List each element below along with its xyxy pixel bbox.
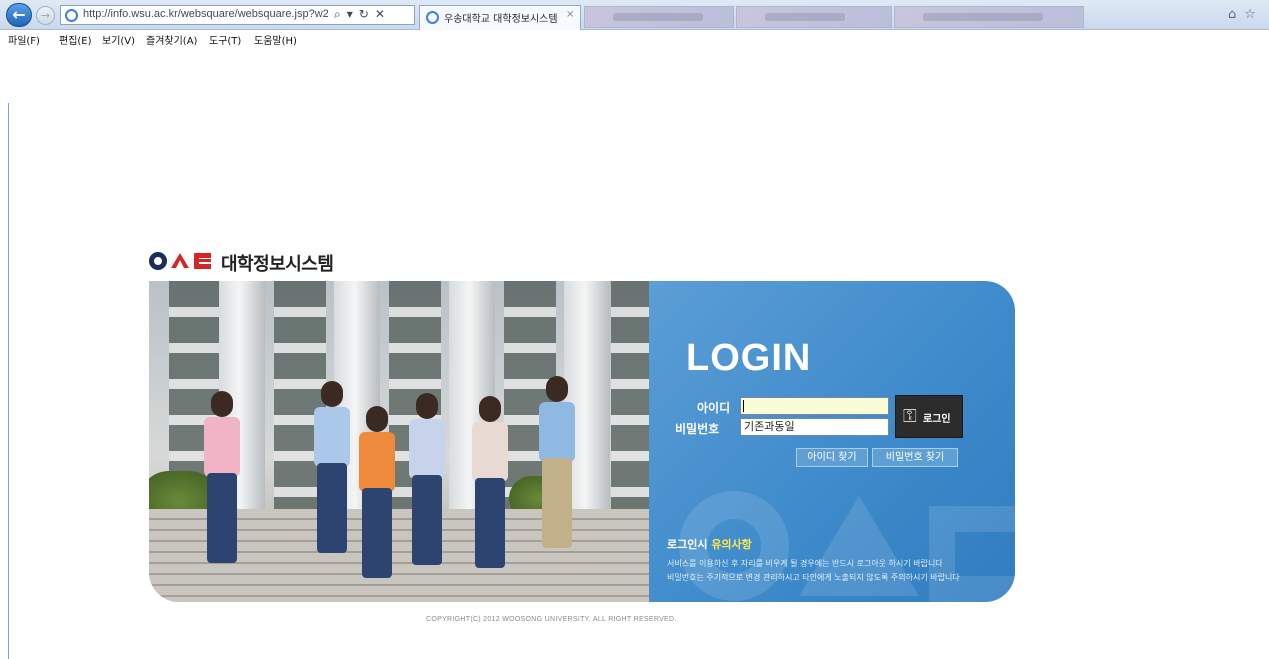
tab-title: 우송대학교 대학정보시스템 — [444, 14, 558, 25]
notice-title-highlight: 유의사항 — [711, 538, 752, 551]
forward-button[interactable]: → — [36, 6, 55, 25]
key-icon: ⚿ — [903, 406, 917, 427]
logo-e-mark — [194, 253, 211, 269]
tab-inactive[interactable] — [894, 6, 1084, 28]
page-left-border — [8, 103, 9, 659]
ie-tab-icon — [426, 11, 439, 24]
ie-page-icon — [65, 9, 78, 22]
login-button[interactable]: ⚿ 로그인 — [895, 395, 963, 438]
menu-help[interactable]: 도움말(H) — [254, 32, 297, 47]
tab-inactive[interactable] — [584, 6, 734, 28]
login-button-label: 로그인 — [923, 414, 951, 425]
address-tools: ⌕ ▾ ↻ ✕ — [334, 7, 391, 22]
tab-inactive[interactable] — [736, 6, 892, 28]
login-title: LOGIN — [686, 337, 812, 379]
search-icon[interactable]: ⌕ — [334, 7, 341, 22]
logo-circle-mark — [149, 252, 167, 270]
browser-right-icons: ⌂ ☆ — [1228, 7, 1264, 22]
dropdown-icon[interactable]: ▾ — [347, 7, 353, 21]
tab-active[interactable]: 우송대학교 대학정보시스템 × — [419, 5, 581, 30]
refresh-icon[interactable]: ↻ — [359, 7, 369, 21]
logo-text: 대학정보시스템 — [221, 254, 334, 275]
back-arrow-icon: ← — [12, 5, 26, 24]
tab-close-icon[interactable]: × — [566, 9, 574, 20]
menu-tools[interactable]: 도구(T) — [209, 32, 241, 47]
watermark-e — [929, 506, 1015, 602]
students-photo — [149, 281, 649, 602]
notice-title-prefix: 로그인시 — [667, 538, 712, 551]
notice-line-logout: 서비스를 이용하신 후 자리를 비우게 될 경우에는 반드시 로그아웃 하시기 … — [667, 559, 943, 568]
text-caret — [743, 400, 744, 412]
find-password-button[interactable]: 비밀번호 찾기 — [872, 448, 958, 467]
password-label: 비밀번호 — [675, 422, 720, 436]
copyright-text: COPYRIGHT(C) 2012 WOOSONG UNIVERSITY. AL… — [426, 616, 677, 623]
favorites-star-icon[interactable]: ☆ — [1244, 7, 1256, 22]
find-id-button[interactable]: 아이디 찾기 — [796, 448, 868, 467]
menu-file[interactable]: 파일(F) — [8, 32, 40, 47]
home-icon[interactable]: ⌂ — [1228, 7, 1236, 22]
address-bar[interactable]: http://info.wsu.ac.kr/websquare/websquar… — [60, 5, 415, 25]
menu-edit[interactable]: 편집(E) — [59, 32, 92, 47]
login-panel: LOGIN 아이디 비밀번호 기존과동일 ⚿ 로그인 아이디 찾기 비밀번호 찾… — [649, 281, 1015, 602]
browser-titlebar: ← → http://info.wsu.ac.kr/websquare/webs… — [0, 0, 1269, 30]
notice-line-password: 비밀번호는 주기적으로 변경 관리하시고 타인에게 노출되지 않도록 주의하시기… — [667, 573, 960, 582]
password-input[interactable]: 기존과동일 — [740, 418, 889, 436]
id-input[interactable] — [740, 397, 889, 415]
menu-view[interactable]: 보기(V) — [102, 32, 135, 47]
back-button[interactable]: ← — [6, 3, 32, 27]
address-url[interactable]: http://info.wsu.ac.kr/websquare/websquar… — [83, 8, 328, 20]
notice-title: 로그인시 유의사항 — [667, 536, 752, 552]
menu-bar: 파일(F) 편집(E) 보기(V) 즐겨찾기(A) 도구(T) 도움말(H) — [0, 30, 1269, 47]
id-label: 아이디 — [697, 401, 731, 415]
menu-favorites[interactable]: 즐겨찾기(A) — [146, 32, 197, 47]
forward-arrow-icon: → — [40, 9, 51, 22]
stop-icon[interactable]: ✕ — [375, 7, 385, 21]
